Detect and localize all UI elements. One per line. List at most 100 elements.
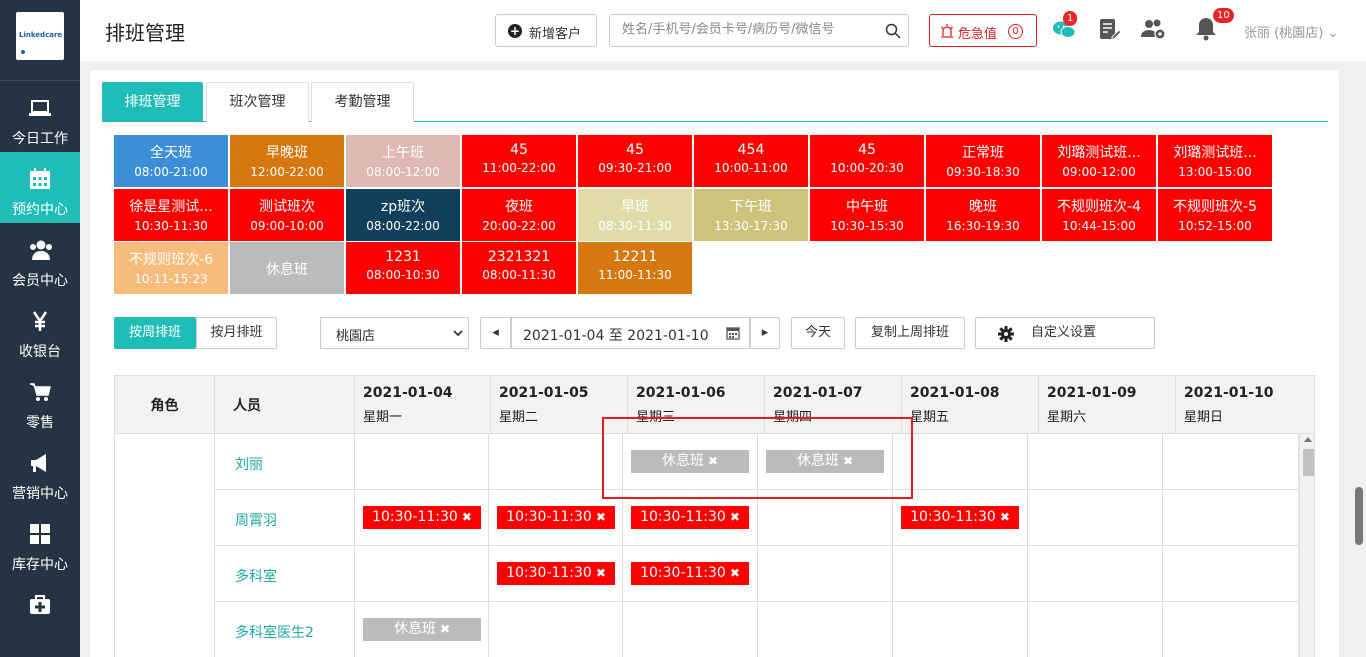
shift-chip[interactable]: 45 09:30-21:00 [578,135,692,187]
critical-value-button[interactable]: 危急值 0 [929,14,1037,47]
schedule-cell[interactable] [1163,546,1299,602]
schedule-cell[interactable]: 10:30-11:30 ✖ [893,490,1028,546]
user-menu[interactable]: 张丽 (桃園店) ⌄ [1244,22,1338,41]
schedule-cell[interactable] [355,434,489,490]
shift-chip[interactable]: 测试班次 09:00-10:00 [230,188,344,241]
person-name[interactable]: 周霄羽 [235,510,277,530]
sidebar-item-today-work[interactable]: 今日工作 [0,81,80,152]
shift-chip[interactable]: 2321321 08:00-11:30 [462,242,576,294]
tab-schedule[interactable]: 排班管理 [102,82,203,122]
staff-button[interactable] [1141,17,1167,45]
schedule-cell[interactable] [758,490,893,546]
schedule-cell[interactable] [1028,546,1163,602]
remove-icon[interactable]: ✖ [843,454,853,468]
shift-chip[interactable]: 休息班 [230,242,344,294]
remove-icon[interactable]: ✖ [730,510,740,524]
schedule-cell[interactable] [1028,490,1163,546]
remove-icon[interactable]: ✖ [730,566,740,580]
person-name[interactable]: 多科室医生2 [235,622,314,642]
shift-chip[interactable]: 1231 08:00-10:30 [346,242,460,294]
shift-chip[interactable]: 早晚班 12:00-22:00 [230,135,344,187]
schedule-cell[interactable] [1163,490,1299,546]
month-view-button[interactable]: 按月排班 [196,317,277,349]
schedule-cell[interactable] [489,434,623,490]
shift-chip[interactable]: 454 10:00-11:00 [694,135,808,187]
shift-chip[interactable]: 刘璐测试班... 13:00-15:00 [1158,135,1272,187]
assigned-shift[interactable]: 休息班 ✖ [766,450,884,473]
shift-chip[interactable]: 全天班 08:00-21:00 [114,135,228,187]
schedule-cell[interactable] [1028,434,1163,490]
next-week-button[interactable]: ▸ [750,317,780,349]
schedule-cell[interactable]: 10:30-11:30 ✖ [355,490,489,546]
shift-chip[interactable]: 不规则班次-5 10:52-15:00 [1158,188,1272,241]
schedule-cell[interactable] [893,546,1028,602]
shift-chip[interactable]: 早班 08:30-11:30 [578,188,692,241]
schedule-cell[interactable] [758,546,893,602]
search-input[interactable] [622,22,872,37]
assigned-shift[interactable]: 10:30-11:30 ✖ [631,506,749,529]
tab-shift-management[interactable]: 班次管理 [206,82,309,122]
remove-icon[interactable]: ✖ [708,454,718,468]
shift-chip[interactable]: 下午班 13:30-17:30 [694,188,808,241]
wechat-button[interactable]: 1 [1053,11,1078,44]
assigned-shift[interactable]: 10:30-11:30 ✖ [497,506,615,529]
remove-icon[interactable]: ✖ [596,566,606,580]
copy-last-week-button[interactable]: 复制上周排班 [855,317,965,349]
sidebar-item-medical[interactable] [0,578,80,649]
sidebar-item-appointments[interactable]: 预约中心 [0,152,80,223]
schedule-cell[interactable] [489,602,623,657]
sidebar-item-retail[interactable]: 零售 [0,365,80,436]
shift-chip[interactable]: 12211 11:00-11:30 [578,242,692,294]
search-icon[interactable] [885,23,901,39]
schedule-cell[interactable] [1163,602,1299,657]
sidebar-item-inventory[interactable]: 库存中心 [0,507,80,578]
new-customer-button[interactable]: + 新增客户 [495,14,597,47]
schedule-cell[interactable]: 休息班 ✖ [355,602,489,657]
sidebar-item-cashier[interactable]: 收银台 [0,294,80,365]
shift-chip[interactable]: 上午班 08:00-12:00 [346,135,460,187]
schedule-cell[interactable] [355,546,489,602]
schedule-cell[interactable]: 休息班 ✖ [623,434,758,490]
remove-icon[interactable]: ✖ [440,622,450,636]
assigned-shift[interactable]: 10:30-11:30 ✖ [363,506,481,529]
shift-chip[interactable]: 正常班 09:30-18:30 [926,135,1040,187]
shift-chip[interactable]: 中午班 10:30-15:30 [810,188,924,241]
records-button[interactable] [1098,17,1122,45]
notifications-button[interactable]: 10 [1195,8,1234,45]
sidebar-item-members[interactable]: 会员中心 [0,223,80,294]
store-select[interactable]: 桃園店 [320,317,469,349]
schedule-cell[interactable]: 10:30-11:30 ✖ [489,490,623,546]
page-scrollbar[interactable] [1352,61,1366,657]
schedule-cell[interactable] [1028,602,1163,657]
shift-chip[interactable]: 45 11:00-22:00 [462,135,576,187]
sidebar-item-marketing[interactable]: 营销中心 [0,436,80,507]
remove-icon[interactable]: ✖ [596,510,606,524]
shift-chip[interactable]: 不规则班次-4 10:44-15:00 [1042,188,1156,241]
assigned-shift[interactable]: 10:30-11:30 ✖ [901,506,1019,529]
shift-chip[interactable]: zp班次 08:00-22:00 [346,188,460,241]
assigned-shift[interactable]: 休息班 ✖ [363,618,481,641]
date-range-picker[interactable]: 2021-01-04 至 2021-01-10 [511,317,750,349]
today-button[interactable]: 今天 [791,317,845,349]
previous-week-button[interactable]: ◂ [480,317,511,349]
schedule-cell[interactable]: 休息班 ✖ [758,434,893,490]
schedule-cell[interactable] [1163,434,1299,490]
shift-chip[interactable]: 45 10:00-20:30 [810,135,924,187]
assigned-shift[interactable]: 休息班 ✖ [631,450,749,473]
person-name[interactable]: 多科室 [235,566,277,586]
schedule-cell[interactable]: 10:30-11:30 ✖ [623,546,758,602]
schedule-cell[interactable] [893,434,1028,490]
assigned-shift[interactable]: 10:30-11:30 ✖ [497,562,615,585]
shift-chip[interactable]: 晚班 16:30-19:30 [926,188,1040,241]
shift-chip[interactable]: 刘璐测试班... 09:00-12:00 [1042,135,1156,187]
remove-icon[interactable]: ✖ [462,510,472,524]
schedule-cell[interactable]: 10:30-11:30 ✖ [489,546,623,602]
assigned-shift[interactable]: 10:30-11:30 ✖ [631,562,749,585]
custom-settings-button[interactable]: 自定义设置 [975,317,1155,349]
person-name[interactable]: 刘丽 [235,454,263,474]
schedule-cell[interactable] [893,602,1028,657]
shift-chip[interactable]: 不规则班次-6 10:11-15:23 [114,242,228,294]
shift-chip[interactable]: 夜班 20:00-22:00 [462,188,576,241]
week-view-button[interactable]: 按周排班 [114,317,196,349]
shift-chip[interactable]: 徐是星测试... 10:30-11:30 [114,188,228,241]
